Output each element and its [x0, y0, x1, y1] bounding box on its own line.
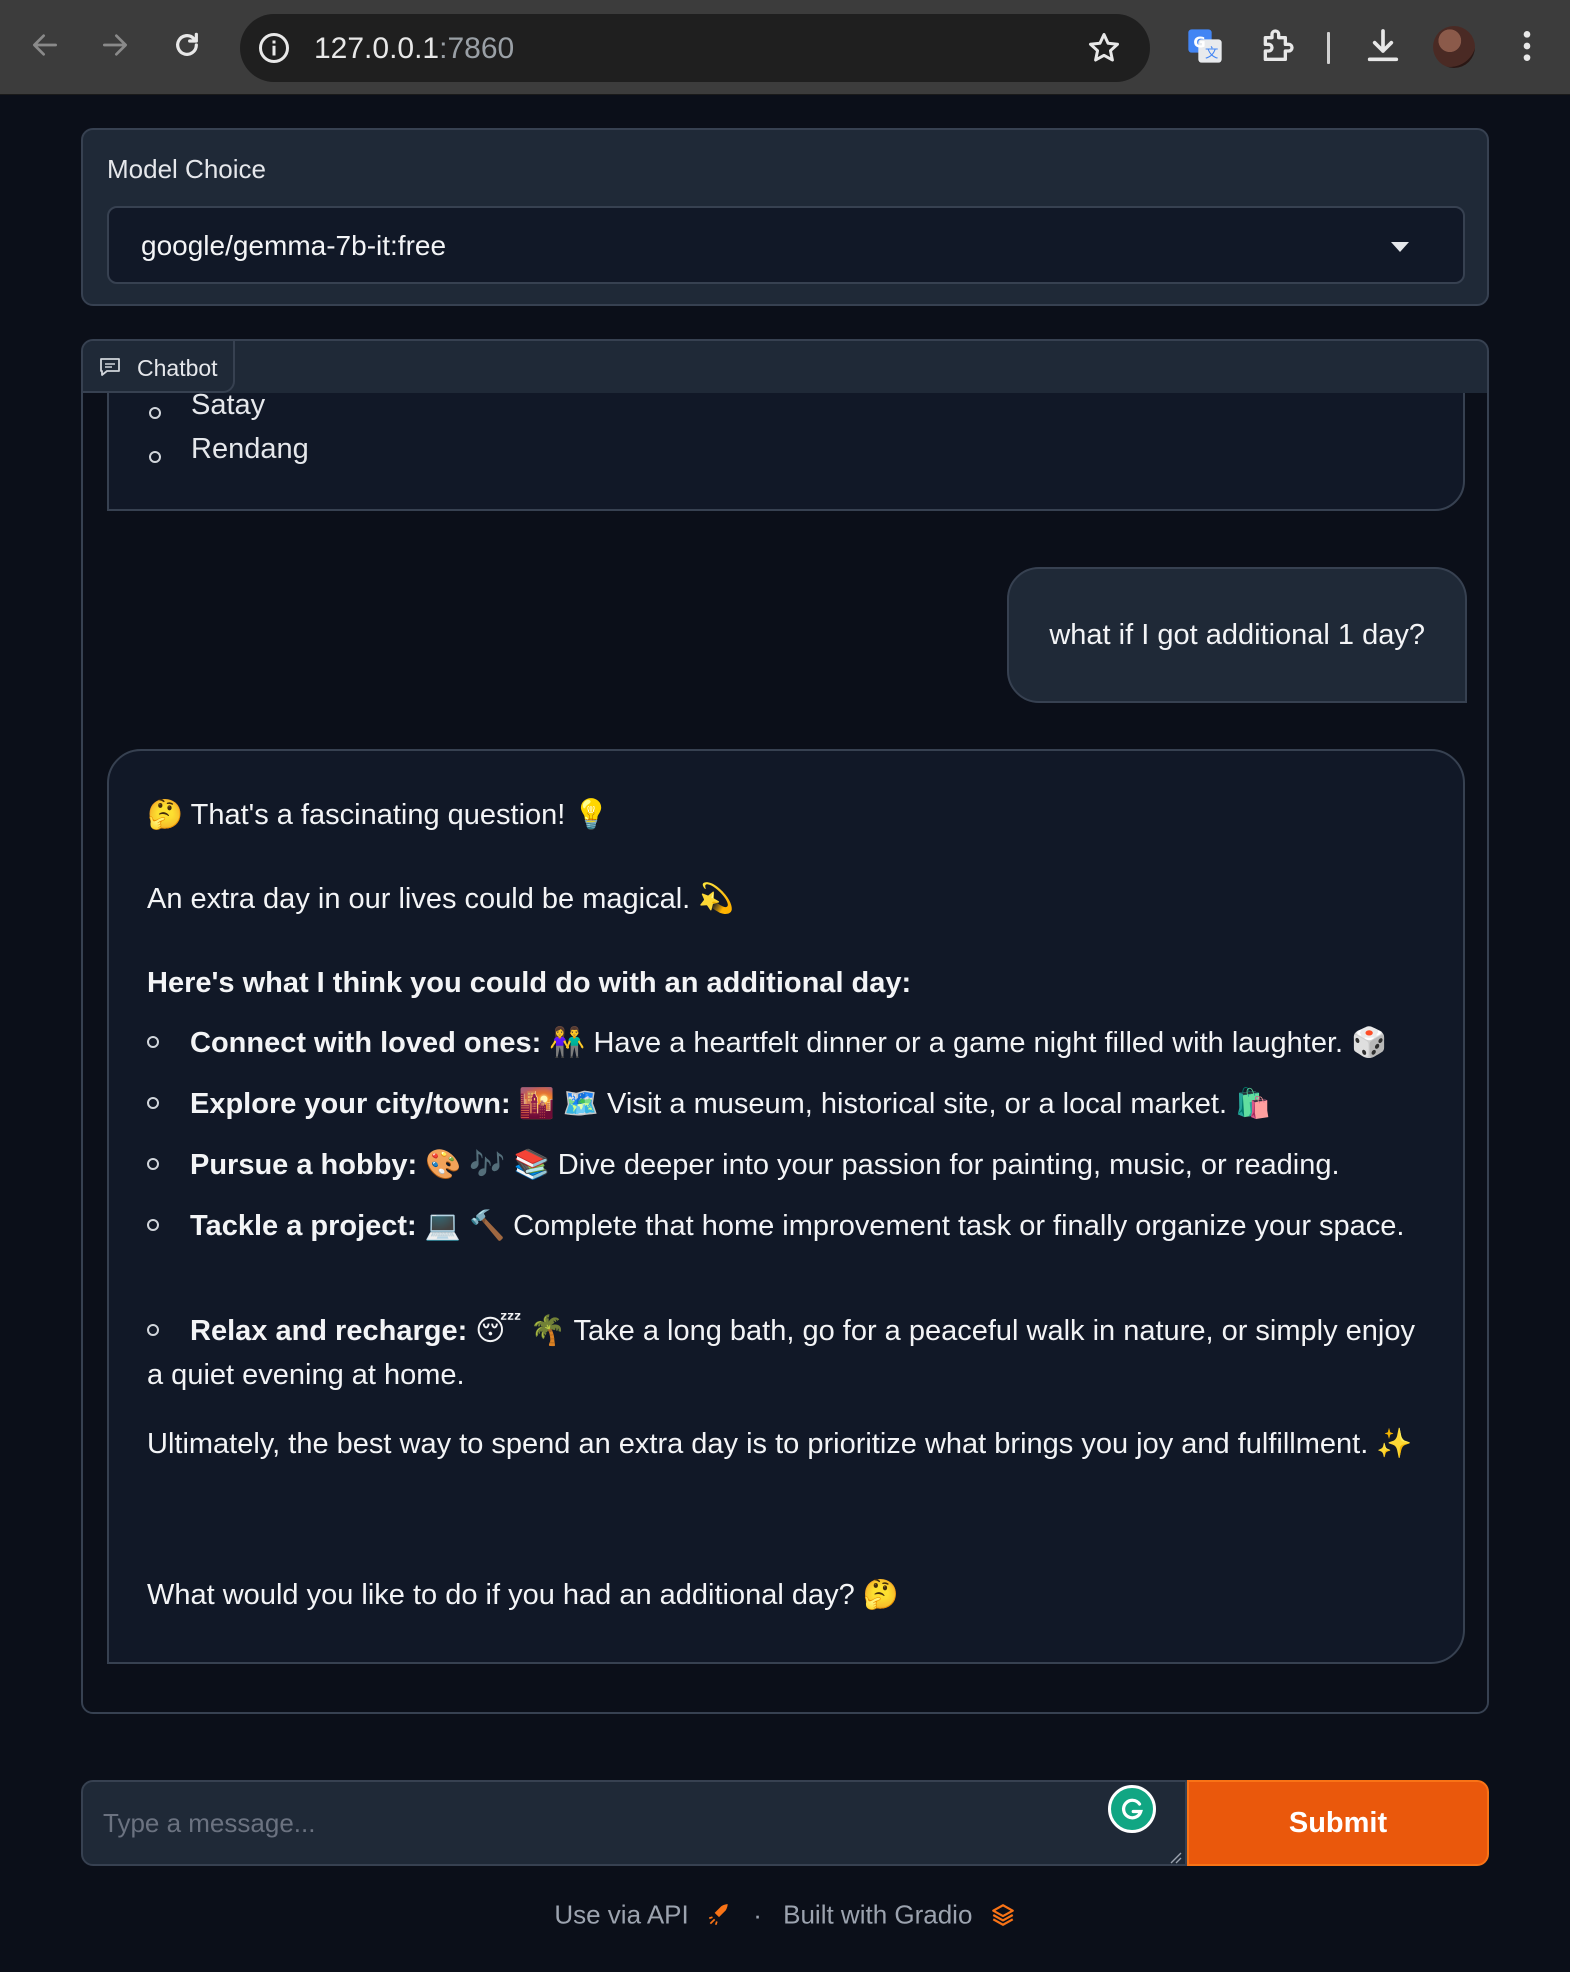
- browser-toolbar: 127.0.0.1:7860 G文: [0, 0, 1570, 95]
- list-item-text: 👫 Have a heartfelt dinner or a game nigh…: [541, 1027, 1388, 1059]
- address-bar[interactable]: 127.0.0.1:7860: [240, 14, 1150, 82]
- submit-button[interactable]: Submit: [1187, 1780, 1489, 1866]
- bot-line-2: An extra day in our lives could be magic…: [147, 883, 735, 915]
- grammarly-g-icon: [1122, 1798, 1143, 1820]
- bot-closing: Ultimately, the best way to spend an ext…: [147, 1428, 1413, 1460]
- svg-text:文: 文: [1205, 46, 1218, 62]
- forward-arrow-icon: [103, 34, 127, 56]
- list-item: Pursue a hobby: 🎨 🎶 📚 Dive deeper into y…: [147, 1143, 1423, 1187]
- chatbot-panel: Chatbot Satay Rendang what if I got addi…: [81, 339, 1489, 1714]
- back-arrow-icon: [33, 34, 57, 56]
- model-dropdown-value: google/gemma-7b-it:free: [141, 230, 447, 261]
- list-bullet: [147, 1036, 159, 1048]
- previous-bot-message: Satay Rendang: [107, 393, 1465, 511]
- list-item: Rendang: [191, 433, 309, 465]
- footer: Use via API · Built with Gradio: [0, 1898, 1570, 1931]
- message-input-placeholder: Type a message...: [103, 1808, 316, 1838]
- list-bullet: [149, 451, 161, 463]
- list-bullet: [147, 1219, 159, 1231]
- google-translate-icon[interactable]: G文: [1185, 26, 1225, 66]
- list-item-title: Connect with loved ones:: [190, 1027, 542, 1059]
- model-dropdown[interactable]: google/gemma-7b-it:free: [107, 206, 1465, 284]
- toolbar-divider: [1327, 32, 1330, 64]
- chat-bubble-icon: [100, 358, 120, 376]
- forward-button[interactable]: [92, 22, 138, 68]
- list-item-title: Relax and recharge:: [190, 1315, 468, 1347]
- resize-handle-icon[interactable]: [1168, 1850, 1182, 1864]
- reload-button[interactable]: [164, 22, 210, 68]
- footer-separator: ·: [753, 1899, 762, 1930]
- dropdown-caret-icon[interactable]: [1391, 242, 1409, 252]
- list-bullet: [149, 407, 161, 419]
- menu-kebab-icon[interactable]: [1507, 26, 1547, 66]
- url-host: 127.0.0.1: [314, 32, 440, 65]
- bot-message: 🤔 That's a fascinating question! 💡 An ex…: [107, 749, 1465, 1664]
- list-item: Relax and recharge: 😴 🌴 Take a long bath…: [147, 1309, 1423, 1397]
- chat-scroll-area[interactable]: Satay Rendang what if I got additional 1…: [83, 393, 1487, 1712]
- bot-line-1: 🤔 That's a fascinating question! 💡: [147, 799, 610, 831]
- message-input[interactable]: Type a message...: [81, 1780, 1187, 1866]
- svg-text:G: G: [1193, 34, 1205, 52]
- list-item-title: Explore your city/town:: [190, 1088, 511, 1120]
- built-with-gradio-link[interactable]: Built with Gradio: [783, 1900, 972, 1930]
- list-item-title: Pursue a hobby:: [190, 1149, 418, 1181]
- site-info-icon[interactable]: [256, 30, 292, 66]
- extensions-puzzle-icon[interactable]: [1257, 26, 1297, 66]
- chatbot-label: Chatbot: [137, 355, 218, 381]
- rocket-icon: [708, 1904, 728, 1926]
- model-choice-panel: Model Choice google/gemma-7b-it:free: [81, 128, 1489, 306]
- download-icon[interactable]: [1363, 26, 1403, 66]
- list-item-text: 🌇 🗺️ Visit a museum, historical site, or…: [510, 1088, 1272, 1120]
- list-item: Explore your city/town: 🌇 🗺️ Visit a mus…: [147, 1082, 1423, 1126]
- profile-avatar[interactable]: [1433, 26, 1475, 68]
- list-bullet: [147, 1158, 159, 1170]
- back-button[interactable]: [22, 22, 68, 68]
- user-message: what if I got additional 1 day?: [1007, 567, 1467, 703]
- grammarly-icon[interactable]: [1108, 1785, 1156, 1833]
- list-bullet: [147, 1097, 159, 1109]
- url-port: :7860: [439, 32, 515, 65]
- list-item-title: Tackle a project:: [190, 1210, 417, 1242]
- list-item: Satay: [191, 393, 266, 421]
- reload-icon: [176, 32, 198, 56]
- bot-question: What would you like to do if you had an …: [147, 1579, 899, 1611]
- list-item: Tackle a project: 💻 🔨 Complete that home…: [147, 1204, 1423, 1248]
- chatbot-label-tab: Chatbot: [83, 341, 235, 393]
- list-item-text: 💻 🔨 Complete that home improvement task …: [416, 1210, 1405, 1242]
- list-bullet: [147, 1324, 159, 1336]
- bookmark-star-icon[interactable]: [1086, 30, 1122, 66]
- bot-heading: Here's what I think you could do with an…: [147, 967, 912, 999]
- model-choice-label: Model Choice: [107, 154, 266, 184]
- url-text: 127.0.0.1:7860: [314, 32, 514, 66]
- gradio-logo-icon: [991, 1904, 1014, 1926]
- list-item: Connect with loved ones: 👫 Have a heartf…: [147, 1021, 1423, 1065]
- list-item-text: 🎨 🎶 📚 Dive deeper into your passion for …: [417, 1149, 1340, 1181]
- use-via-api-link[interactable]: Use via API: [554, 1900, 688, 1930]
